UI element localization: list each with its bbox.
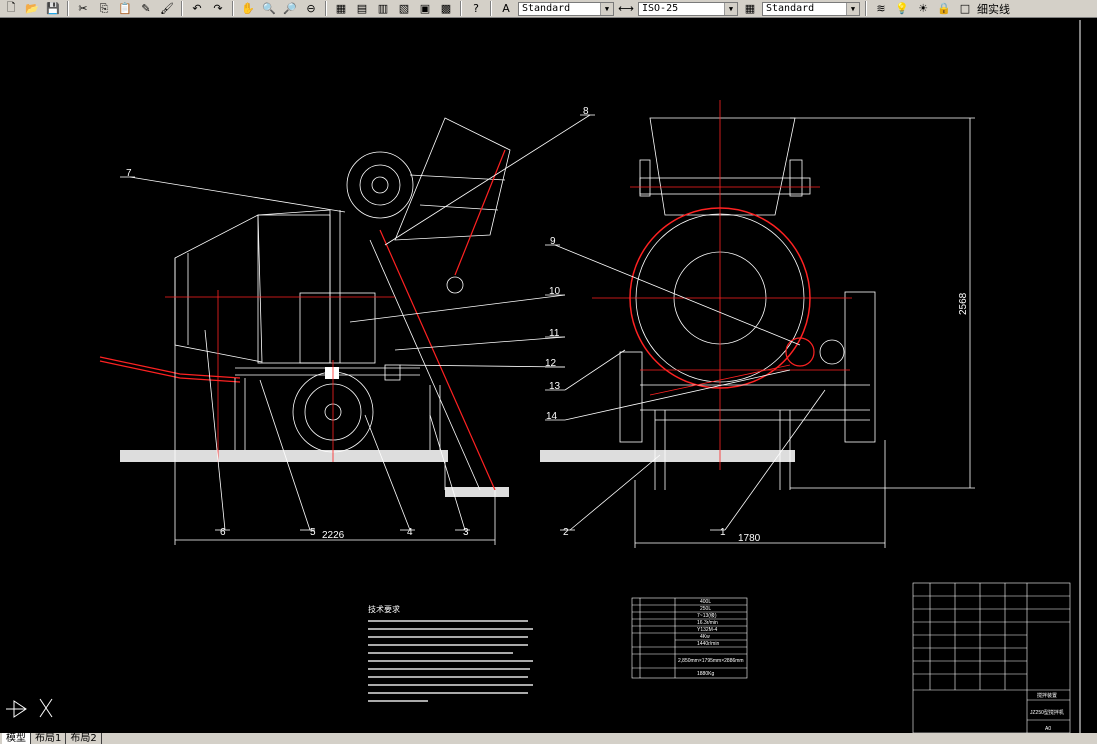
balloon-10: 10 [549,286,561,297]
spec-table [631,597,748,679]
layer-manager-icon[interactable]: ≋ [872,1,890,17]
cut-icon[interactable]: ✂ [74,1,92,17]
ground-strip-front [540,450,795,462]
copy-icon[interactable]: ⎘ [95,1,113,17]
dim-left-width: 2226 [322,530,345,541]
separator [325,1,327,16]
text-style-value: Standard [522,3,571,14]
designcenter-icon[interactable]: ▤ [353,1,371,17]
balloon-2: 2 [563,527,569,538]
title-block-name: 搅拌装置 [1037,692,1057,699]
dim-style-icon: ⟷ [618,2,634,15]
standard-toolbar: 🗋 📂 💾 ✂ ⎘ 📋 ✎ 🖌 ↶ ↷ ✋ 🔍 🔎 ⊖ ▦ ▤ ▥ ▧ ▣ ▩ … [0,0,1097,18]
undo-icon[interactable]: ↶ [188,1,206,17]
open-icon[interactable]: 📂 [23,1,41,17]
balloon-4: 4 [407,527,413,538]
notes-lines [368,620,533,702]
color-square-icon[interactable]: □ [956,1,974,17]
text-style-icon: A [502,2,510,15]
table-style-value: Standard [766,3,815,14]
lock-icon[interactable]: 🔒 [935,1,953,17]
balloon-12: 12 [545,358,557,369]
spec-value-5: Y132M-4 [697,627,718,633]
balloon-9: 9 [550,236,556,247]
balloon-7: 7 [126,168,132,179]
toolpalette-icon[interactable]: ▥ [374,1,392,17]
leader-lines [120,114,826,531]
dim-style-dropdown[interactable]: ISO-25 ▼ [638,1,738,16]
current-layer[interactable]: 细实线 [977,1,1010,17]
help-icon[interactable]: ? [467,1,485,17]
zoom-window-icon[interactable]: 🔎 [281,1,299,17]
spec-value-2: 250L [700,606,711,612]
spec-value-9: 1880Kg [697,671,714,677]
paste-icon[interactable]: 📋 [116,1,134,17]
bulb-icon[interactable]: 💡 [893,1,911,17]
tab-layout2[interactable]: 布局2 [66,733,102,744]
zoom-previous-icon[interactable]: ⊖ [302,1,320,17]
separator [232,1,234,16]
table-style-icon: ▦ [744,2,756,15]
zoom-realtime-icon[interactable]: 🔍 [260,1,278,17]
spec-value-8: 2,850mm×1795mm×2886mm [678,658,744,664]
brush-icon[interactable]: 🖌 [158,1,176,17]
separator [490,1,492,16]
sun-icon[interactable]: ☀ [914,1,932,17]
separator [865,1,867,16]
markup-icon[interactable]: ▣ [416,1,434,17]
sheetset-icon[interactable]: ▧ [395,1,413,17]
balloon-14: 14 [546,411,558,422]
ucs-icon [6,698,53,718]
spec-value-3: 7~13(级) [697,612,717,619]
balloon-8: 8 [583,106,589,117]
title-block-sheet: A0 [1045,726,1051,732]
properties-icon[interactable]: ▦ [332,1,350,17]
chevron-down-icon[interactable]: ▼ [846,2,859,15]
spec-value-4: 16.3r/min [697,620,718,626]
matchprop-icon[interactable]: ✎ [137,1,155,17]
spec-value-7: 1440r/min [697,641,719,647]
chevron-down-icon[interactable]: ▼ [600,2,613,15]
dim-right-width: 1780 [738,533,761,544]
balloon-5: 5 [310,527,316,538]
dim-height: 2568 [958,292,969,315]
save-icon[interactable]: 💾 [44,1,62,17]
pan-icon[interactable]: ✋ [239,1,257,17]
calculator-icon[interactable]: ▩ [437,1,455,17]
spec-value-6: 4Kw [700,634,710,640]
separator [67,1,69,16]
text-style-dropdown[interactable]: Standard ▼ [518,1,614,16]
chevron-down-icon[interactable]: ▼ [724,2,737,15]
balloon-13: 13 [549,381,561,392]
balloon-6: 6 [220,527,226,538]
drawing-canvas[interactable]: 1 2 3 4 5 6 7 8 9 10 11 12 13 14 2226 17… [0,19,1097,733]
balloon-1: 1 [720,527,726,538]
layout-tabs: 模型 布局1 布局2 [0,733,1097,744]
separator [460,1,462,16]
notes-title: 技术要求 [368,604,400,614]
balloon-3: 3 [463,527,469,538]
title-block-model: JZ250型搅拌机 [1030,709,1064,716]
redo-icon[interactable]: ↷ [209,1,227,17]
table-style-dropdown[interactable]: Standard ▼ [762,1,860,16]
balloon-11: 11 [549,328,560,339]
tab-model[interactable]: 模型 [2,733,31,744]
dim-style-value: ISO-25 [642,3,679,14]
front-view [540,100,975,548]
tab-layout1[interactable]: 布局1 [31,733,67,744]
new-icon[interactable]: 🗋 [2,1,20,17]
spec-value-1: 400L [700,599,711,605]
separator [181,1,183,16]
